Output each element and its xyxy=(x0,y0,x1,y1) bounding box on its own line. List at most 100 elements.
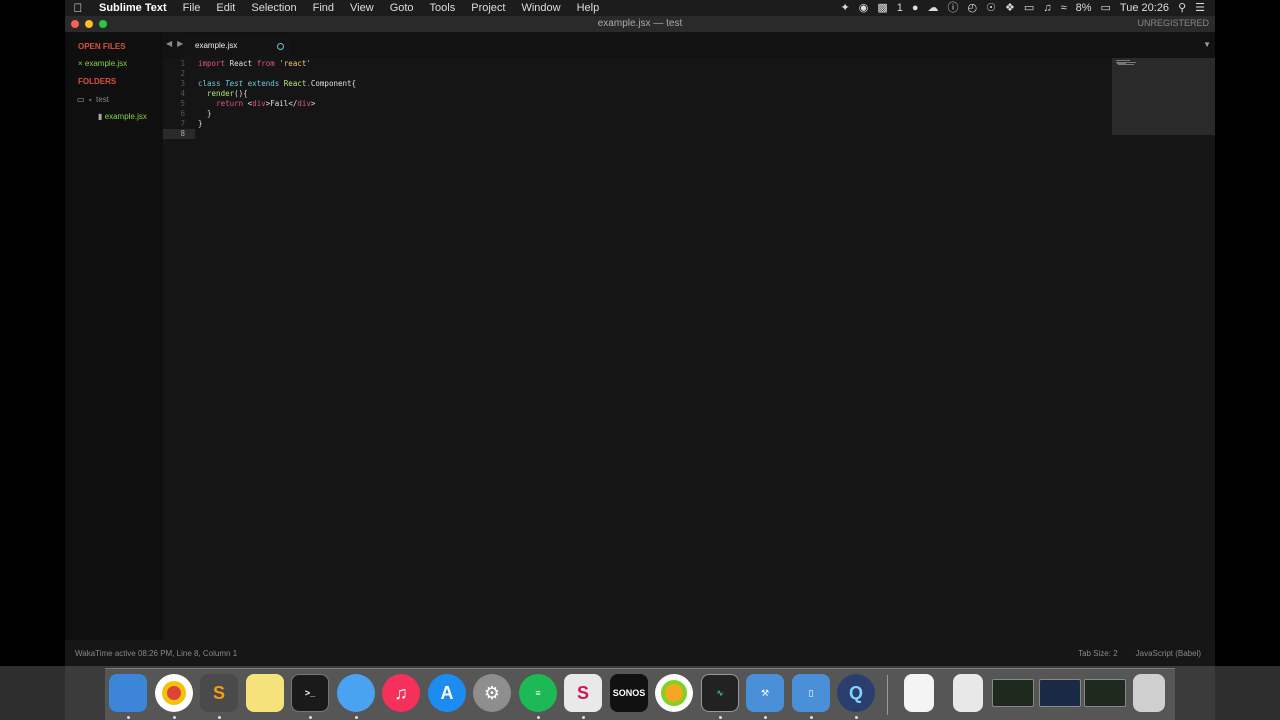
spotify-icon[interactable]: ≡ xyxy=(519,674,557,712)
line-number: 6 xyxy=(180,109,185,118)
menu-help[interactable]: Help xyxy=(569,0,608,16)
open-files-header: OPEN FILES xyxy=(78,42,126,51)
code-line-7[interactable]: } xyxy=(198,119,203,129)
code-line-1[interactable]: import React from 'react' xyxy=(198,59,311,69)
box-icon[interactable]: ▩ xyxy=(877,0,887,16)
apple-menu-icon[interactable]:  xyxy=(65,1,91,15)
chevron-down-icon: ▾ xyxy=(88,98,92,104)
tab-size-selector[interactable]: Tab Size: 2 xyxy=(1078,649,1118,658)
sidebar: OPEN FILES × example.jsx FOLDERS ▭ ▾ tes… xyxy=(65,32,163,640)
dropbox-icon[interactable]: ❖ xyxy=(1005,0,1015,16)
code-line-5[interactable]: return <div>Fail</div> xyxy=(198,99,315,109)
jsx-tag-div: div xyxy=(252,99,266,108)
chrome-icon[interactable] xyxy=(155,674,193,712)
quicktime-icon[interactable]: Q xyxy=(837,674,875,712)
wifi-icon[interactable]: ≈ xyxy=(1061,0,1067,16)
unsaved-indicator-icon[interactable] xyxy=(277,43,284,50)
photos-icon[interactable] xyxy=(655,674,693,712)
xcode-icon[interactable]: ⚒ xyxy=(746,674,784,712)
jsx-end-tag-div: div xyxy=(297,99,311,108)
ident-react: React xyxy=(225,59,257,68)
line-number-gutter: 1 2 3 4 5 6 7 8 xyxy=(163,58,195,640)
minimap[interactable] xyxy=(1112,58,1215,135)
tab-example-jsx[interactable]: example.jsx xyxy=(185,36,290,58)
volume-icon[interactable]: ♫ xyxy=(1043,0,1051,16)
bell-icon[interactable]: ☉ xyxy=(986,0,996,16)
close-file-icon[interactable]: × xyxy=(78,59,83,68)
timer-icon[interactable]: ◴ xyxy=(968,0,978,16)
evernote-icon[interactable]: ● xyxy=(912,0,919,16)
code-editor[interactable]: 1 2 3 4 5 6 7 8 import React from 'react… xyxy=(163,58,1215,640)
preview-icon[interactable] xyxy=(953,674,983,712)
rocket-icon[interactable]: ✦ xyxy=(841,0,850,16)
screenshot-thumbnail-icon[interactable] xyxy=(992,679,1034,707)
code-line-6[interactable]: } xyxy=(198,109,212,119)
minimap-line xyxy=(1116,60,1130,61)
menu-file[interactable]: File xyxy=(175,0,209,16)
battery-percent[interactable]: 8% xyxy=(1076,0,1092,16)
clock[interactable]: Tue 20:26 xyxy=(1120,0,1169,16)
jsx-end-open-bracket: </ xyxy=(288,99,298,108)
status-text: WakaTime active 08:26 PM, Line 8, Column… xyxy=(75,649,238,658)
running-indicator xyxy=(764,716,767,719)
kw-return: return xyxy=(216,99,244,108)
itunes-icon[interactable]: ♫ xyxy=(382,674,420,712)
menu-goto[interactable]: Goto xyxy=(382,0,422,16)
code-line-3[interactable]: class Test extends React.Component{ xyxy=(198,79,356,89)
jsx-end-close-bracket: > xyxy=(310,99,316,108)
info-icon[interactable]: ⓘ xyxy=(948,0,959,16)
menu-find[interactable]: Find xyxy=(305,0,342,16)
window-title: example.jsx — test xyxy=(597,18,683,29)
menu-bar:  Sublime Text File Edit Selection Find … xyxy=(65,0,1215,16)
menu-view[interactable]: View xyxy=(342,0,382,16)
running-indicator xyxy=(582,716,585,719)
finder-icon[interactable] xyxy=(109,674,147,712)
menu-project[interactable]: Project xyxy=(463,0,513,16)
kw-class: class xyxy=(198,79,221,88)
trash-icon[interactable] xyxy=(1133,674,1165,712)
syntax-selector[interactable]: JavaScript (Babel) xyxy=(1136,649,1201,658)
file-icon: ▮ xyxy=(98,112,103,121)
spotlight-icon[interactable]: ⚲ xyxy=(1178,0,1186,16)
app-store-icon[interactable]: A xyxy=(428,674,466,712)
code-line-4[interactable]: render(){ xyxy=(198,89,248,99)
open-file-label: example.jsx xyxy=(84,59,128,68)
airplay-icon[interactable]: ▭ xyxy=(1024,0,1034,16)
kw-extends: extends xyxy=(243,79,280,88)
folder-item-test[interactable]: ▭ ▾ test xyxy=(77,95,109,104)
screen:  Sublime Text File Edit Selection Find … xyxy=(0,0,1280,720)
messages-icon[interactable] xyxy=(337,674,375,712)
kw-import: import xyxy=(198,59,226,68)
dock: S >_ ♫ A ⚙ ≡ S SONOS ∿ ⚒ ▯ Q xyxy=(105,668,1175,720)
tab-dropdown-icon[interactable]: ▼ xyxy=(1203,40,1211,49)
ident-react-base: React xyxy=(279,79,307,88)
slack-icon[interactable]: S xyxy=(564,674,602,712)
activity-monitor-icon[interactable]: ∿ xyxy=(701,674,739,712)
method-render: render xyxy=(207,89,235,98)
simulator-icon[interactable]: ▯ xyxy=(792,674,830,712)
record-icon[interactable]: ◉ xyxy=(859,0,869,16)
terminal-icon[interactable]: >_ xyxy=(291,674,329,712)
sonos-icon[interactable]: SONOS xyxy=(610,674,648,712)
line-number: 5 xyxy=(180,99,185,108)
menu-edit[interactable]: Edit xyxy=(208,0,243,16)
jsx-text: Fail xyxy=(270,99,289,108)
notes-icon[interactable] xyxy=(246,674,284,712)
screenshot-thumbnail-icon[interactable] xyxy=(1084,679,1126,707)
menu-tools[interactable]: Tools xyxy=(422,0,464,16)
cloud-icon[interactable]: ☁ xyxy=(928,0,939,16)
menu-window[interactable]: Window xyxy=(513,0,568,16)
system-preferences-icon[interactable]: ⚙ xyxy=(473,674,511,712)
app-menu[interactable]: Sublime Text xyxy=(91,0,175,16)
screenshot-thumbnail-icon[interactable] xyxy=(1039,679,1081,707)
sublime-text-icon[interactable]: S xyxy=(200,674,238,712)
open-file-item[interactable]: × example.jsx xyxy=(78,59,127,68)
notification-center-icon[interactable]: ☰ xyxy=(1195,0,1205,16)
notification-count[interactable]: 1 xyxy=(897,0,903,16)
menu-selection[interactable]: Selection xyxy=(243,0,304,16)
running-indicator xyxy=(218,716,221,719)
folder-file-item[interactable]: ▮ example.jsx xyxy=(98,112,147,121)
battery-icon[interactable]: ▭ xyxy=(1101,0,1111,16)
tab-bar: ◀▶ example.jsx ▼ xyxy=(163,32,1215,58)
document-icon[interactable] xyxy=(904,674,934,712)
